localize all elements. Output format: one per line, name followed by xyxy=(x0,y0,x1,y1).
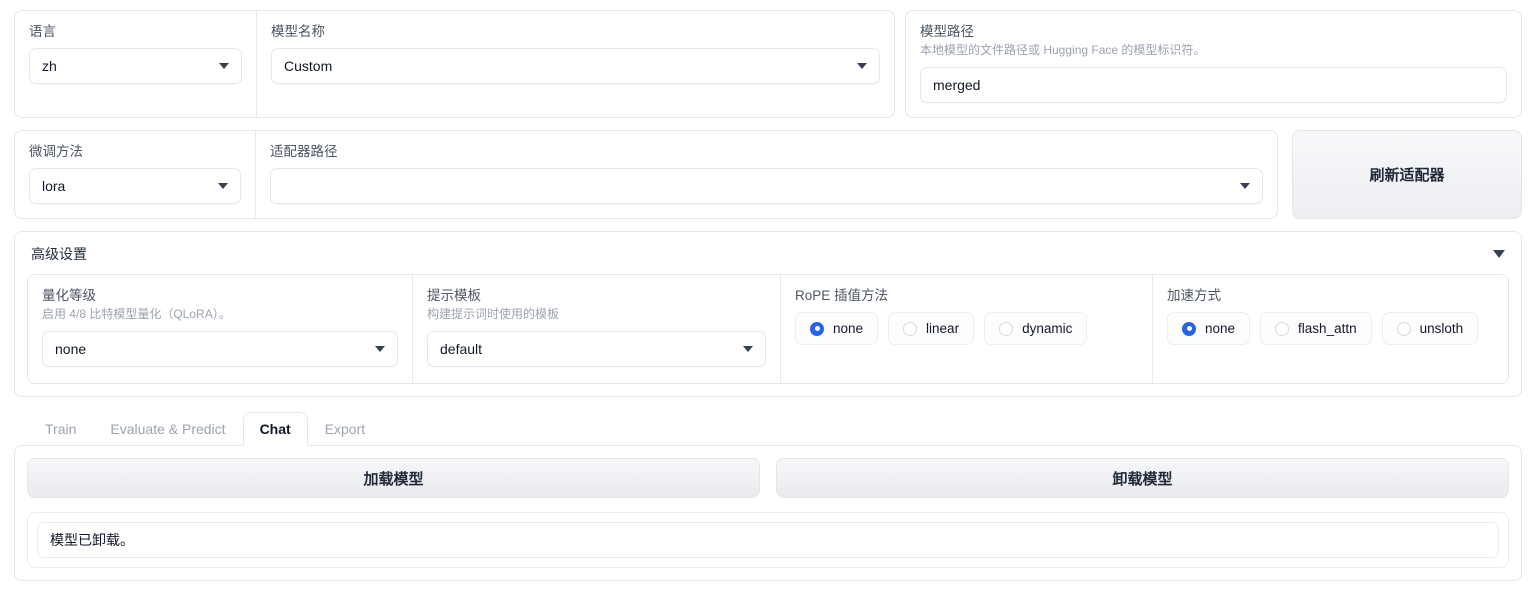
quantization-label: 量化等级 xyxy=(42,288,96,303)
model-name-label: 模型名称 xyxy=(271,24,325,39)
finetune-method-select[interactable]: lora xyxy=(29,168,241,204)
language-cell: 语言 zh xyxy=(15,11,256,117)
booster-option-label: none xyxy=(1205,321,1236,336)
adapter-path-cell: 适配器路径 xyxy=(255,131,1277,218)
tab-train[interactable]: Train xyxy=(28,412,93,446)
radio-icon xyxy=(1396,321,1411,336)
tab-chat[interactable]: Chat xyxy=(242,412,308,446)
chevron-down-icon xyxy=(375,346,385,352)
model-name-value: Custom xyxy=(284,58,333,74)
advanced-settings-header[interactable]: 高级设置 xyxy=(27,242,1509,274)
radio-icon xyxy=(1275,321,1290,336)
tab-label: Chat xyxy=(259,421,291,437)
template-description: 构建提示词时使用的模板 xyxy=(427,307,560,321)
model-name-cell: 模型名称 Custom xyxy=(256,11,894,117)
finetune-method-value: lora xyxy=(42,178,66,194)
rope-option-linear[interactable]: linear xyxy=(888,312,975,345)
rope-option-dynamic[interactable]: dynamic xyxy=(984,312,1088,345)
model-path-description: 本地模型的文件路径或 Hugging Face 的模型标识符。 xyxy=(920,43,1206,57)
unload-model-button[interactable]: 卸载模型 xyxy=(776,458,1509,498)
booster-option-unsloth[interactable]: unsloth xyxy=(1381,312,1479,345)
radio-icon xyxy=(1182,321,1196,336)
tab-export[interactable]: Export xyxy=(308,412,382,446)
finetune-method-label: 微调方法 xyxy=(29,144,83,159)
booster-cell: 加速方式 none flash_attn unsloth xyxy=(1152,275,1508,383)
load-model-button[interactable]: 加载模型 xyxy=(27,458,760,498)
model-name-select[interactable]: Custom xyxy=(271,48,880,84)
model-path-group: 模型路径 本地模型的文件路径或 Hugging Face 的模型标识符。 mer… xyxy=(905,10,1522,118)
radio-icon xyxy=(999,321,1014,336)
chevron-down-icon xyxy=(1240,183,1250,189)
tab-label: Evaluate & Predict xyxy=(110,421,226,437)
rope-option-label: linear xyxy=(926,321,960,336)
rope-option-none[interactable]: none xyxy=(795,312,879,345)
template-select[interactable]: default xyxy=(427,331,766,367)
tab-label: Export xyxy=(324,421,366,437)
model-status-box: 模型已卸载。 xyxy=(37,522,1499,558)
booster-option-flash-attn[interactable]: flash_attn xyxy=(1260,312,1372,345)
tab-label: Train xyxy=(45,421,77,437)
model-path-value: merged xyxy=(933,77,981,93)
booster-label: 加速方式 xyxy=(1167,288,1221,303)
radio-icon xyxy=(903,321,918,336)
advanced-settings-body: 量化等级 启用 4/8 比特模型量化（QLoRA）。 none 提示模板 构建提… xyxy=(27,274,1509,384)
app-root: 语言 zh 模型名称 Custom 模型路径 本地模型的文件路径或 Huggin… xyxy=(0,0,1536,608)
advanced-settings-title: 高级设置 xyxy=(31,246,87,262)
model-path-cell: 模型路径 本地模型的文件路径或 Hugging Face 的模型标识符。 mer… xyxy=(906,11,1521,117)
model-action-buttons: 加载模型 卸载模型 xyxy=(27,458,1509,498)
advanced-settings-section: 高级设置 量化等级 启用 4/8 比特模型量化（QLoRA）。 none 提示模… xyxy=(14,231,1522,397)
rope-option-label: dynamic xyxy=(1022,321,1073,336)
adapter-path-select[interactable] xyxy=(270,168,1263,204)
chat-panel: 加载模型 卸载模型 模型已卸载。 xyxy=(14,445,1522,581)
main-tabs: Train Evaluate & Predict Chat Export xyxy=(14,411,1522,446)
model-selection-group: 语言 zh 模型名称 Custom xyxy=(14,10,895,118)
model-path-input[interactable]: merged xyxy=(920,67,1507,103)
booster-option-label: unsloth xyxy=(1419,321,1464,336)
template-label: 提示模板 xyxy=(427,288,481,303)
load-model-label: 加载模型 xyxy=(363,470,424,488)
template-value: default xyxy=(440,341,483,357)
booster-radio-group: none flash_attn unsloth xyxy=(1167,312,1494,345)
quantization-cell: 量化等级 启用 4/8 比特模型量化（QLoRA）。 none xyxy=(28,275,412,383)
adapter-path-label: 适配器路径 xyxy=(270,144,338,159)
language-label: 语言 xyxy=(29,24,56,39)
adapter-config-row: 微调方法 lora 适配器路径 刷新适配器 xyxy=(14,130,1522,219)
rope-radio-group: none linear dynamic xyxy=(795,312,1138,345)
booster-option-none[interactable]: none xyxy=(1167,312,1251,345)
finetune-method-cell: 微调方法 lora xyxy=(15,131,255,218)
quantization-value: none xyxy=(55,341,87,357)
finetune-group: 微调方法 lora 适配器路径 xyxy=(14,130,1278,219)
chevron-down-icon xyxy=(857,63,867,69)
unload-model-label: 卸载模型 xyxy=(1112,470,1173,488)
refresh-adapters-button[interactable]: 刷新适配器 xyxy=(1292,130,1522,219)
status-container: 模型已卸载。 xyxy=(27,512,1509,568)
radio-icon xyxy=(810,321,824,336)
model-status-text: 模型已卸载。 xyxy=(50,532,134,548)
chevron-down-icon xyxy=(218,183,228,189)
rope-option-label: none xyxy=(833,321,864,336)
rope-label: RoPE 插值方法 xyxy=(795,288,889,303)
quantization-select[interactable]: none xyxy=(42,331,398,367)
quantization-description: 启用 4/8 比特模型量化（QLoRA）。 xyxy=(42,307,231,321)
refresh-adapters-label: 刷新适配器 xyxy=(1369,167,1445,184)
chevron-down-icon xyxy=(219,63,229,69)
template-cell: 提示模板 构建提示词时使用的模板 default xyxy=(412,275,780,383)
booster-option-label: flash_attn xyxy=(1298,321,1357,336)
language-select[interactable]: zh xyxy=(29,48,242,84)
rope-cell: RoPE 插值方法 none linear dynamic xyxy=(780,275,1152,383)
model-path-label: 模型路径 xyxy=(920,24,974,39)
language-value: zh xyxy=(42,58,57,74)
top-config-row: 语言 zh 模型名称 Custom 模型路径 本地模型的文件路径或 Huggin… xyxy=(14,10,1522,118)
chevron-down-icon[interactable] xyxy=(1493,250,1505,258)
chevron-down-icon xyxy=(743,346,753,352)
tab-evaluate-predict[interactable]: Evaluate & Predict xyxy=(93,412,242,446)
